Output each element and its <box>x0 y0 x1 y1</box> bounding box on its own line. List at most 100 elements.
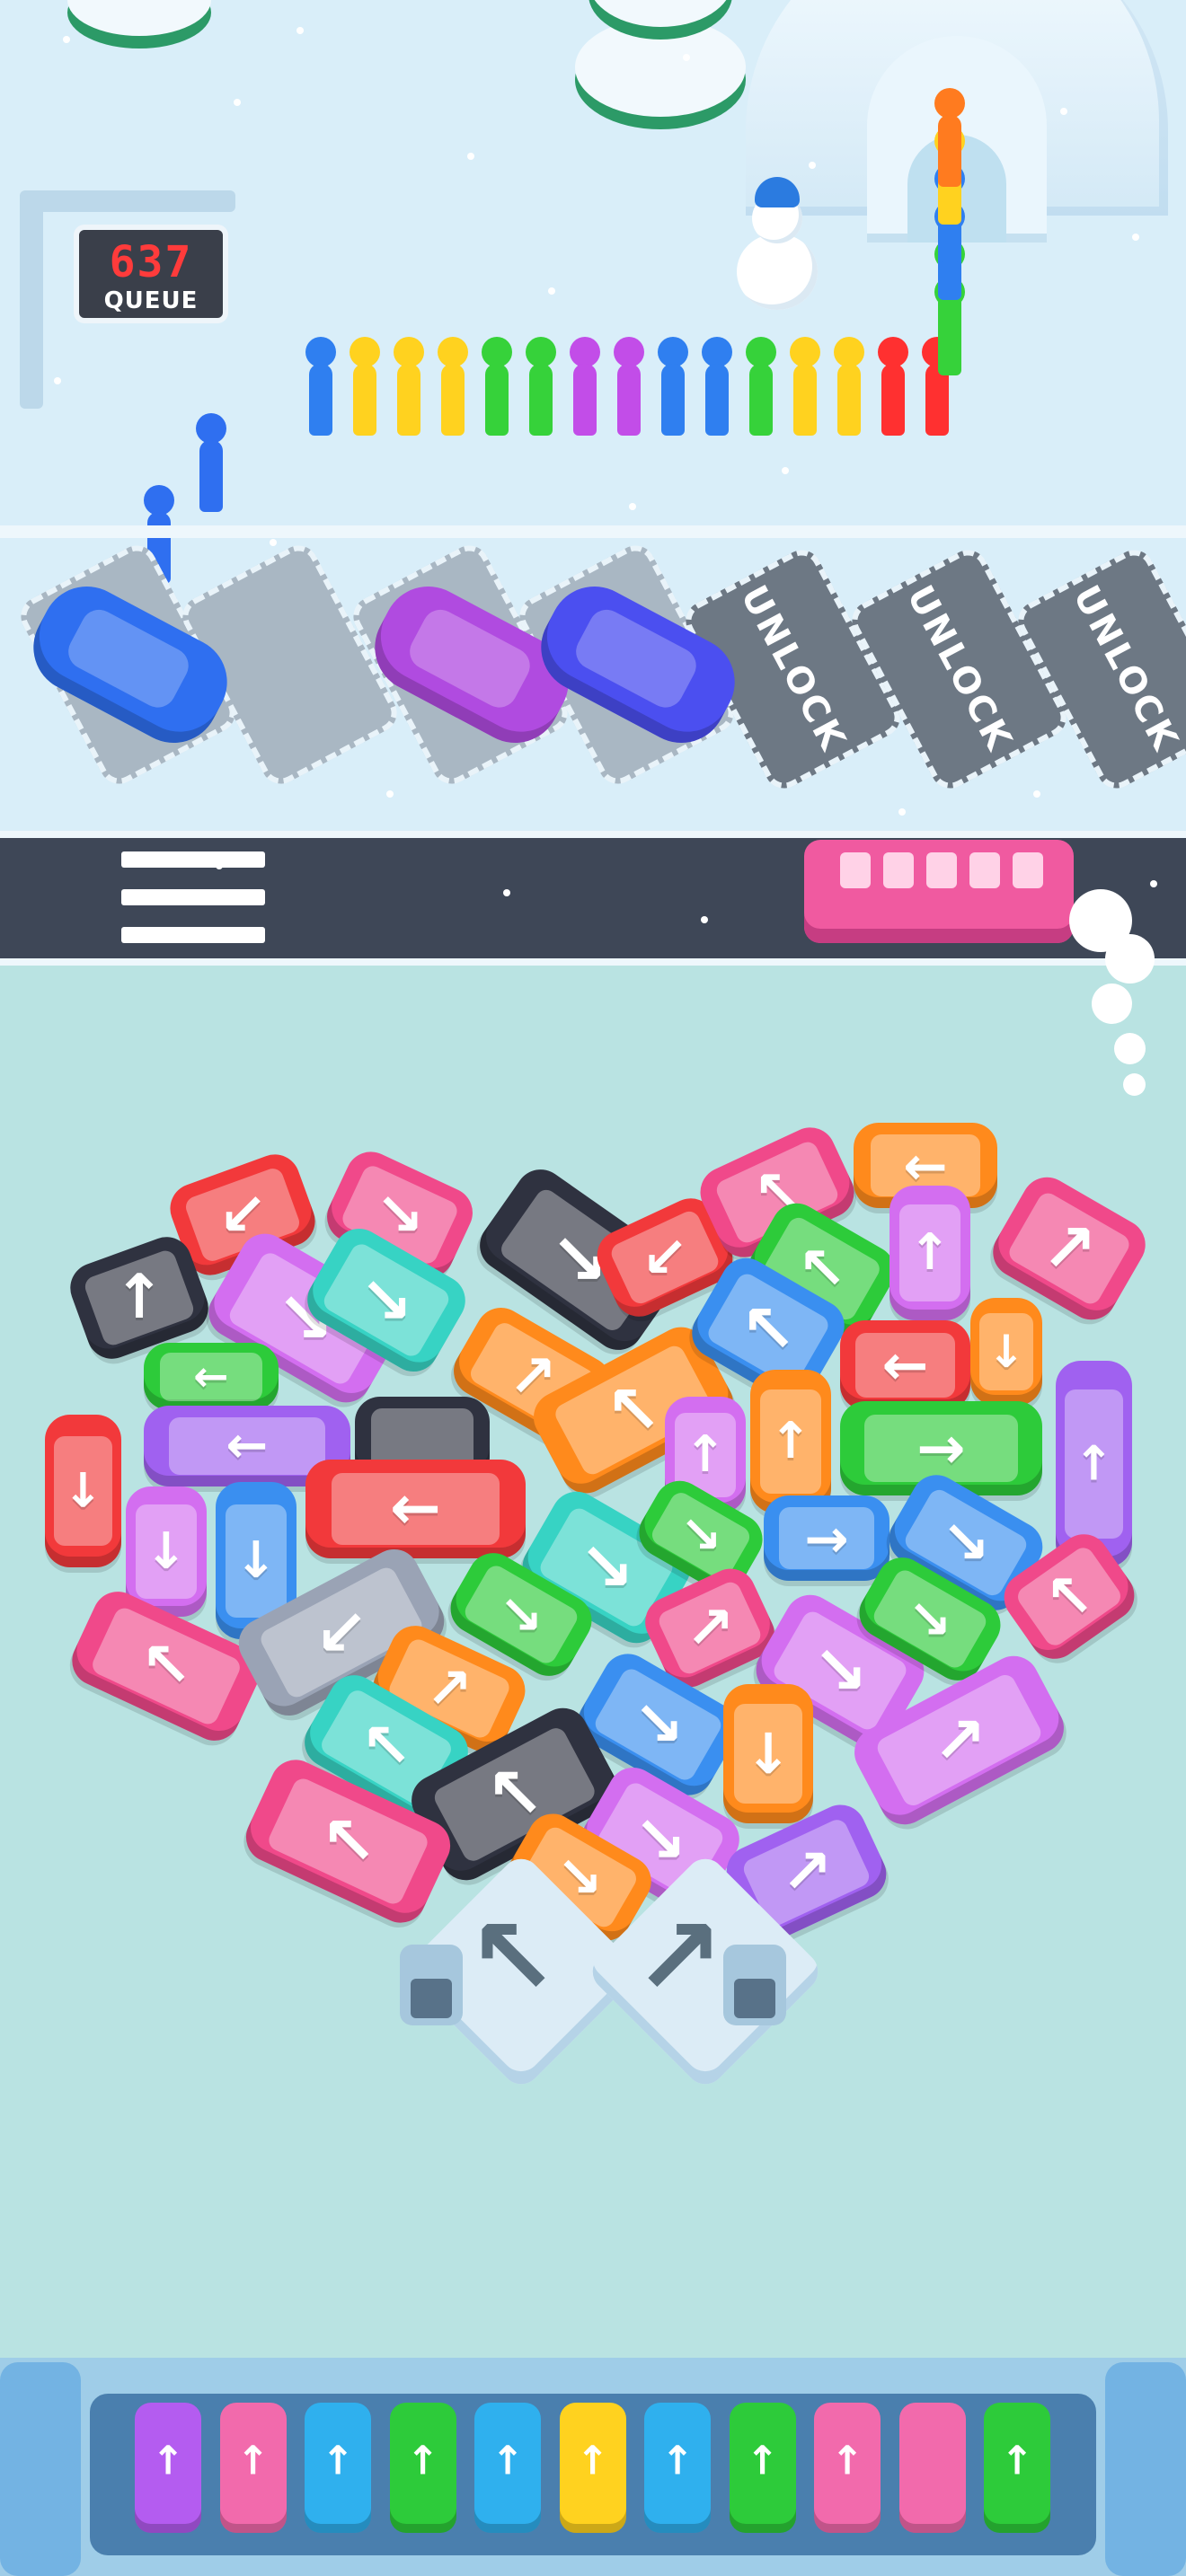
arrow-up-icon: ↑ <box>830 2438 864 2484</box>
vehicle[interactable]: ← <box>144 1343 279 1410</box>
arrow-up-icon: ↑ <box>406 2438 439 2484</box>
vehicle[interactable]: ← <box>840 1320 970 1410</box>
queue-person <box>394 337 424 436</box>
menu-bar-icon <box>121 927 265 943</box>
vehicle[interactable]: ↓ <box>723 1684 813 1823</box>
queue-person <box>526 337 556 436</box>
arrow-up-icon: ↑ <box>151 2438 185 2484</box>
snowflake-icon <box>270 539 277 546</box>
arrow-up-icon: ↑ <box>491 2438 525 2484</box>
snow-puff <box>1123 1073 1146 1096</box>
snow-tree-icon <box>575 18 746 117</box>
road-bus <box>804 840 1074 943</box>
direction-arrow-icon: ↖ <box>140 1630 192 1701</box>
snowflake-icon <box>809 162 816 169</box>
snowman-icon <box>737 177 818 310</box>
snowflake-icon <box>296 27 304 34</box>
sign-post <box>20 193 43 409</box>
vehicle[interactable]: ↓ <box>126 1486 207 1617</box>
vehicle[interactable]: ↑ <box>890 1186 970 1320</box>
vehicle[interactable]: ← <box>305 1460 526 1558</box>
direction-arrow-icon: ← <box>881 1332 929 1398</box>
walking-person <box>196 413 226 512</box>
direction-arrow-icon: ↓ <box>235 1531 278 1590</box>
tray-end-right <box>1105 2362 1186 2576</box>
direction-arrow-icon: ↓ <box>745 1720 792 1786</box>
tray-car[interactable]: ↑ <box>729 2403 796 2533</box>
queue-sign: 637 QUEUE <box>74 225 228 323</box>
garage-icon <box>723 1945 786 2025</box>
tray-car[interactable]: ↑ <box>389 2403 456 2533</box>
tray-car[interactable]: ↑ <box>644 2403 711 2533</box>
snowflake-icon <box>548 287 555 295</box>
direction-arrow-icon: ← <box>193 1352 229 1401</box>
direction-arrow-icon: ↘ <box>941 1509 991 1576</box>
snowflake-icon <box>63 36 70 43</box>
direction-arrow-icon: ↘ <box>907 1588 952 1650</box>
direction-arrow-icon: ↘ <box>578 1529 635 1606</box>
direction-arrow-icon: ↗ <box>1040 1210 1098 1287</box>
direction-arrow-icon: ↘ <box>375 1181 425 1248</box>
direction-arrow-icon: ↗ <box>685 1594 735 1662</box>
direction-arrow-icon: ↖ <box>360 1711 412 1782</box>
direction-arrow-icon: ↑ <box>1074 1436 1114 1492</box>
arrow-up-icon: ↑ <box>660 2438 695 2484</box>
snowflake-icon <box>683 54 690 61</box>
snowflake-icon <box>1033 790 1040 798</box>
snowflake-icon <box>629 503 636 510</box>
tray-end-left <box>0 2362 81 2576</box>
snowflake-icon <box>898 808 906 816</box>
direction-arrow-icon: ↖ <box>739 1291 797 1368</box>
snowflake-icon <box>503 889 510 896</box>
arrow-up-left-icon: ↖ <box>467 1895 558 2020</box>
direction-arrow-icon: ↑ <box>113 1262 165 1333</box>
vehicle[interactable]: ↓ <box>45 1415 121 1567</box>
direction-arrow-icon: ← <box>390 1473 441 1544</box>
direction-arrow-icon: ↙ <box>642 1224 688 1290</box>
vehicle[interactable]: ↓ <box>970 1298 1042 1406</box>
tray-car[interactable]: ↑ <box>135 2403 201 2533</box>
unlock-label: UNLOCK <box>731 578 854 760</box>
snowflake-icon <box>1060 108 1067 115</box>
direction-arrow-icon: → <box>916 1415 966 1482</box>
queue-person <box>878 337 908 436</box>
vehicle[interactable]: ↑ <box>750 1370 831 1513</box>
tray-car[interactable]: ↑ <box>305 2403 371 2533</box>
menu-bar-icon <box>121 889 265 905</box>
tray-car[interactable] <box>898 2403 966 2533</box>
tray-car[interactable]: ↑ <box>814 2403 881 2533</box>
tray-car[interactable]: ↑ <box>984 2403 1050 2533</box>
menu-button[interactable] <box>121 849 265 948</box>
tray-car[interactable]: ↑ <box>219 2403 287 2533</box>
snowflake-icon <box>1132 234 1139 241</box>
snowflake-icon <box>1150 880 1157 887</box>
tray-car[interactable]: ↑ <box>474 2403 541 2533</box>
menu-bar-icon <box>121 851 265 868</box>
snow-puff <box>1114 1033 1146 1064</box>
arrow-up-icon: ↑ <box>321 2438 355 2484</box>
queue-count: 637 <box>109 237 193 287</box>
direction-arrow-icon: ↑ <box>769 1412 812 1470</box>
vehicle[interactable]: → <box>764 1495 890 1581</box>
garage-icon <box>400 1945 463 2025</box>
queue-label: QUEUE <box>103 287 199 314</box>
direction-arrow-icon: ← <box>903 1134 948 1196</box>
tray-car[interactable]: ↑ <box>559 2403 626 2533</box>
direction-arrow-icon: ↓ <box>987 1326 1025 1378</box>
snowflake-icon <box>467 153 474 160</box>
queue-person <box>834 337 864 436</box>
snowflake-icon <box>54 377 61 384</box>
direction-arrow-icon: ↗ <box>426 1655 473 1721</box>
direction-arrow-icon: ↘ <box>811 1632 869 1709</box>
direction-arrow-icon: → <box>804 1507 849 1569</box>
direction-arrow-icon: ↘ <box>359 1263 413 1337</box>
direction-arrow-icon: ↓ <box>63 1463 103 1519</box>
direction-arrow-icon: ↓ <box>145 1522 188 1581</box>
lane-divider <box>0 525 1186 538</box>
snow-puff <box>1092 984 1132 1024</box>
queue-person <box>746 337 776 436</box>
snowflake-icon <box>701 916 708 923</box>
queue-person <box>438 337 468 436</box>
direction-arrow-icon: ↘ <box>499 1584 544 1645</box>
sign-arm <box>20 190 235 212</box>
